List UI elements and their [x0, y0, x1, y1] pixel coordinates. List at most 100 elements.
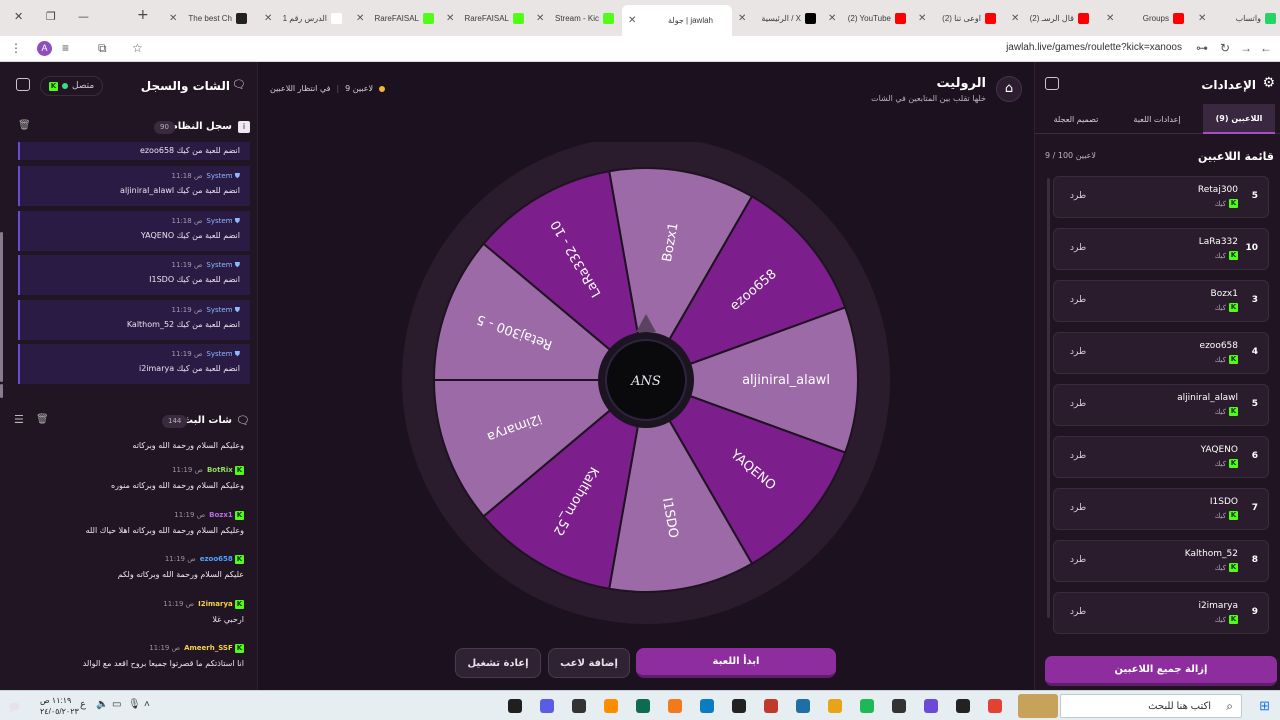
tab-close-icon[interactable]: ✕ — [536, 13, 544, 24]
forward-icon[interactable]: → — [1240, 41, 1252, 55]
kick-logo-icon: K — [1229, 199, 1238, 208]
tab-close-icon[interactable]: ✕ — [169, 13, 177, 24]
chrome-icon[interactable] — [988, 699, 1002, 713]
browser-tab[interactable]: ✕ The best Ch — [163, 7, 251, 30]
chat-username[interactable]: Ameerh_SSF — [184, 644, 233, 652]
obs-icon[interactable] — [572, 699, 586, 713]
chat-username[interactable]: BotRix — [207, 466, 233, 474]
app-icon[interactable] — [636, 699, 650, 713]
app-icon[interactable] — [924, 699, 938, 713]
roulette-wheel[interactable]: Bozx1ezoo658aljiniral_alawlYAQENOI1SDOKa… — [400, 142, 892, 634]
add-player-button[interactable]: إضافة لاعب — [548, 648, 630, 678]
players-scrollbar[interactable] — [1047, 178, 1050, 618]
remove-all-players-button[interactable]: إزالة جميع اللاعبين — [1045, 656, 1277, 686]
tab-close-icon[interactable]: ✕ — [1198, 13, 1206, 24]
remove-player-button[interactable]: طرد — [1070, 347, 1086, 357]
browser-tab[interactable]: ✕ جولة | jawlah — [622, 5, 732, 36]
chat-username[interactable]: ezoo658 — [200, 555, 233, 563]
tab-players[interactable]: اللاعبين (9) — [1203, 104, 1275, 134]
chat-username[interactable]: I2imarya — [198, 600, 233, 608]
window-close-icon[interactable]: ✕ — [14, 10, 23, 23]
app-icon[interactable] — [732, 699, 746, 713]
volume-icon[interactable]: 🔈 — [96, 699, 108, 710]
app-icon[interactable] — [892, 699, 906, 713]
taskbar-search[interactable]: اكتب هنا للبحث ⌕ — [1060, 694, 1242, 718]
window-restore-icon[interactable]: ❐ — [46, 10, 56, 23]
vlc-icon[interactable] — [604, 699, 618, 713]
tray-expand-icon[interactable]: ˄ — [144, 699, 150, 710]
menu-dots-icon[interactable]: ⋮ — [10, 41, 22, 55]
network-icon[interactable]: ▭ — [112, 699, 121, 710]
language-indicator[interactable]: ع — [80, 699, 86, 710]
tab-close-icon[interactable]: ✕ — [918, 13, 926, 24]
info-icon: i — [238, 121, 250, 133]
edge-icon[interactable] — [700, 699, 714, 713]
extensions-icon[interactable]: ⧉ — [98, 41, 107, 56]
remove-player-button[interactable]: طرد — [1070, 451, 1086, 461]
browser-tab[interactable]: ✕ (2) YouTube — [822, 7, 910, 30]
profile-avatar[interactable]: A — [37, 41, 52, 56]
tab-favicon-icon — [985, 13, 996, 24]
window-minimize-icon[interactable]: — — [78, 10, 89, 23]
chat-message: 11:19 ص Ameerh_SSF K انا استاذتكم ما قصرتو… — [14, 644, 244, 668]
tab-close-icon[interactable]: ✕ — [446, 13, 454, 24]
back-icon[interactable]: ← — [1260, 41, 1272, 55]
file-explorer-icon[interactable] — [828, 699, 842, 713]
browser-tab[interactable]: ✕ (2) اوعى تنا — [912, 7, 1000, 30]
site-info-icon[interactable]: ⊶ — [1196, 41, 1208, 55]
restart-button[interactable]: إعادة تشغيل — [455, 648, 541, 678]
trash-icon[interactable]: 🗑 — [36, 414, 49, 425]
discord-icon[interactable] — [540, 699, 554, 713]
tab-close-icon[interactable]: ✕ — [738, 13, 746, 24]
spotify-icon[interactable] — [860, 699, 874, 713]
firefox-icon[interactable] — [668, 699, 682, 713]
remove-player-button[interactable]: طرد — [1070, 191, 1086, 201]
remove-player-button[interactable]: طرد — [1070, 503, 1086, 513]
tab-close-icon[interactable]: ✕ — [628, 15, 636, 26]
taskbar-clock[interactable]: ١١:١٩ ص ٢٤/٠٥/٢٠٢٣ — [40, 695, 79, 717]
tab-close-icon[interactable]: ✕ — [356, 13, 364, 24]
app-icon[interactable] — [764, 699, 778, 713]
browser-tab[interactable]: ✕ (2) قال الرسـ — [1005, 7, 1093, 30]
url-text[interactable]: jawlah.live/games/roulette?kick=xanoos — [1006, 42, 1182, 53]
browser-tab[interactable]: ✕ RareFAISAL — [350, 7, 438, 30]
browser-tab[interactable]: ✕ الدرس رقم 1 — [258, 7, 346, 30]
tab-close-icon[interactable]: ✕ — [264, 13, 272, 24]
tab-wheel-design[interactable]: تصميم العجلة — [1037, 104, 1115, 134]
filter-icon[interactable]: ☰ — [14, 413, 24, 426]
browser-tab[interactable]: ✕ الرئيسية / X — [732, 7, 820, 30]
tab-close-icon[interactable]: ✕ — [1011, 13, 1019, 24]
remove-player-button[interactable]: طرد — [1070, 399, 1086, 409]
microphone-icon[interactable]: 🎙 — [128, 699, 141, 710]
steam-icon[interactable] — [796, 699, 810, 713]
remove-player-button[interactable]: طرد — [1070, 243, 1086, 253]
notification-icon[interactable]: 🗩 — [8, 699, 20, 718]
browser-tab[interactable]: ✕ واتساب — [1192, 7, 1280, 30]
chat-username[interactable]: Bozx1 — [209, 511, 233, 519]
bookmark-star-icon[interactable]: ☆ — [132, 41, 143, 55]
start-game-button[interactable]: ابدأ اللعبة — [636, 648, 836, 678]
system-log-scrollbar[interactable] — [0, 232, 3, 382]
stream-chat-scrollbar[interactable] — [0, 384, 3, 398]
browser-tab[interactable]: ✕ RareFAISAL — [440, 7, 528, 30]
home-button[interactable]: ⌂ — [996, 76, 1022, 102]
collapse-panel-icon[interactable] — [1045, 77, 1059, 90]
weather-widget[interactable] — [1018, 694, 1058, 718]
browser-tab[interactable]: ✕ Stream - Kic — [530, 7, 618, 30]
tab-game-settings[interactable]: إعدادات اللعبة — [1117, 104, 1197, 134]
tab-close-icon[interactable]: ✕ — [1106, 13, 1114, 24]
windows-start-icon[interactable]: ⊞ — [1259, 698, 1270, 714]
remove-player-button[interactable]: طرد — [1070, 555, 1086, 565]
new-tab-icon[interactable]: + — [137, 7, 149, 23]
app-icon[interactable] — [508, 699, 522, 713]
tab-close-icon[interactable]: ✕ — [828, 13, 836, 24]
remove-player-button[interactable]: طرد — [1070, 607, 1086, 617]
collapse-panel-icon[interactable] — [16, 78, 30, 91]
epic-games-icon[interactable] — [956, 699, 970, 713]
reload-icon[interactable]: ↻ — [1220, 41, 1230, 55]
trash-icon[interactable]: 🗑 — [18, 120, 31, 131]
playlist-icon[interactable]: ≡ — [62, 41, 69, 55]
chat-message-text: وعليكم السلام ورحمة الله وبركاته اهلا حي… — [85, 525, 244, 535]
browser-tab[interactable]: ✕ Groups — [1100, 7, 1188, 30]
remove-player-button[interactable]: طرد — [1070, 295, 1086, 305]
